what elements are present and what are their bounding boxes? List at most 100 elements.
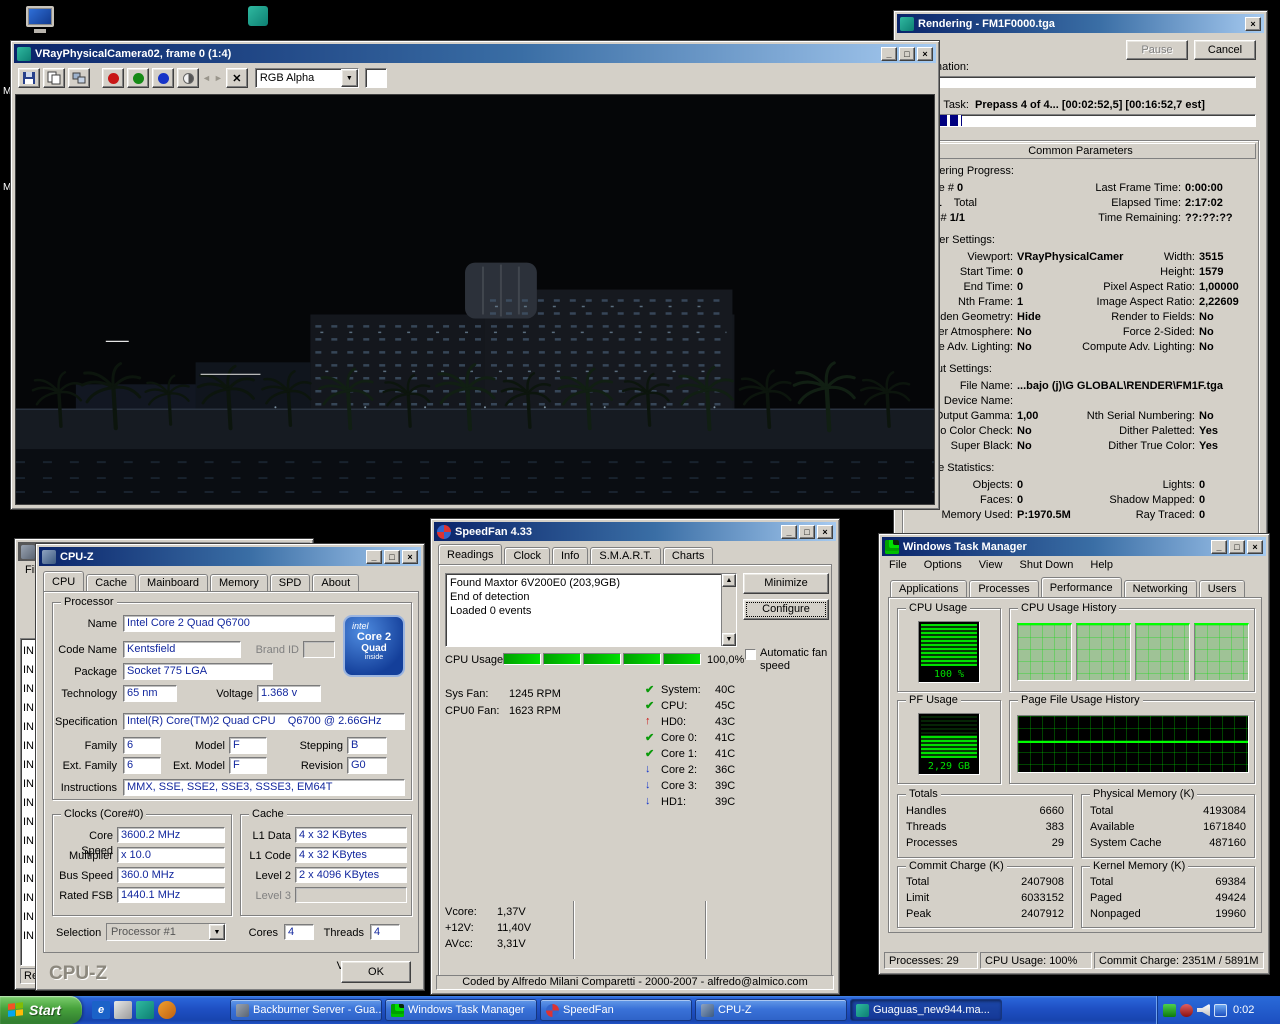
menu-options[interactable]: Options — [917, 557, 969, 573]
maximize-button[interactable]: □ — [384, 550, 400, 564]
green-channel-icon — [133, 73, 144, 84]
tab-users[interactable]: Users — [1199, 580, 1246, 597]
taskmgr-titlebar[interactable]: Windows Task Manager _ □ × — [882, 537, 1266, 556]
red-channel-button[interactable] — [102, 68, 124, 88]
taskbar-clock[interactable]: 0:02 — [1233, 1004, 1254, 1016]
chevron-down-icon[interactable]: ▼ — [209, 924, 225, 940]
mono-channel-button[interactable] — [177, 68, 199, 88]
prev-arrow-icon[interactable]: ◄ — [202, 73, 211, 83]
voltage-field: 1.368 v — [257, 685, 321, 702]
model-field: F — [229, 737, 267, 754]
tab-readings[interactable]: Readings — [438, 544, 502, 564]
close-button[interactable]: × — [917, 47, 933, 61]
tab-processes[interactable]: Processes — [969, 580, 1038, 597]
tray-green-led-icon[interactable] — [1163, 1004, 1176, 1017]
desktop-icon-my-computer[interactable] — [24, 6, 58, 36]
rs-row: Start Time:0Height:1579 — [905, 264, 1256, 279]
minimize-button[interactable]: _ — [1211, 540, 1227, 554]
detection-log[interactable]: Found Maxtor 6V200E0 (203,9GB) End of de… — [445, 573, 737, 647]
tray-red-led-icon[interactable] — [1180, 1004, 1193, 1017]
tab-memory[interactable]: Memory — [210, 574, 268, 591]
cancel-button[interactable]: Cancel — [1194, 40, 1256, 60]
tab-cache[interactable]: Cache — [86, 574, 136, 591]
tab-charts[interactable]: Charts — [663, 547, 713, 564]
menu-view[interactable]: View — [972, 557, 1010, 573]
common-parameters-header[interactable]: Common Parameters — [905, 143, 1256, 159]
taskbar-button-cpuz[interactable]: CPU-Z — [695, 999, 847, 1021]
internet-explorer-icon[interactable]: e — [92, 1001, 110, 1019]
taskbar-button-task-manager[interactable]: Windows Task Manager — [385, 999, 537, 1021]
multiplier-field: x 10.0 — [117, 847, 225, 863]
tab-clock[interactable]: Clock — [504, 547, 550, 564]
temp-label: CPU: — [661, 699, 687, 714]
channel-dropdown[interactable]: RGB Alpha ▼ — [255, 68, 359, 88]
maximize-button[interactable]: □ — [899, 47, 915, 61]
log-scrollbar[interactable]: ▲ ▼ — [721, 574, 736, 646]
stat-label: Threads — [906, 821, 946, 833]
processor-selection-dropdown[interactable]: Processor #1 ▼ — [106, 923, 226, 941]
speedfan-titlebar[interactable]: SpeedFan 4.33 _ □ × — [434, 522, 836, 541]
taskbar-button-speedfan[interactable]: SpeedFan — [540, 999, 692, 1021]
tab-mainboard[interactable]: Mainboard — [138, 574, 208, 591]
taskbar-button-backburner[interactable]: Backburner Server - Gua... — [230, 999, 382, 1021]
tab-networking[interactable]: Networking — [1124, 580, 1197, 597]
vfb-image-area[interactable] — [15, 94, 935, 505]
media-quicklaunch-icon[interactable] — [158, 1001, 176, 1019]
stat-label: Total — [1090, 876, 1113, 888]
vfb-title: VRayPhysicalCamera02, frame 0 (1:4) — [35, 48, 877, 60]
scroll-up-icon[interactable]: ▲ — [722, 574, 736, 587]
save-image-button[interactable] — [18, 68, 40, 88]
close-button[interactable]: × — [402, 550, 418, 564]
automatic-fan-speed-checkbox[interactable] — [745, 649, 756, 660]
desktop-icon-3dsmax[interactable] — [248, 6, 268, 26]
tab-performance[interactable]: Performance — [1041, 577, 1122, 597]
show-desktop-icon[interactable] — [114, 1001, 132, 1019]
minimize-button[interactable]: _ — [881, 47, 897, 61]
maximize-button[interactable]: □ — [1229, 540, 1245, 554]
tab-spd[interactable]: SPD — [270, 574, 311, 591]
3dsmax-quicklaunch-icon[interactable] — [136, 1001, 154, 1019]
configure-button[interactable]: Configure — [743, 599, 829, 620]
minimize-button[interactable]: _ — [781, 525, 797, 539]
tab-info[interactable]: Info — [552, 547, 588, 564]
speedfan-tabstrip: Readings Clock Info S.M.A.R.T. Charts — [438, 544, 715, 564]
technology-label: Technology — [55, 687, 117, 702]
rendering-titlebar[interactable]: Rendering - FM1F0000.tga × — [897, 14, 1264, 33]
copy-image-button[interactable] — [43, 68, 65, 88]
pf-usage-group-label: PF Usage — [906, 694, 961, 706]
cpuz-titlebar[interactable]: CPU-Z _ □ × — [39, 547, 421, 566]
minimize-app-button[interactable]: Minimize — [743, 573, 829, 594]
clear-image-button[interactable]: ✕ — [226, 68, 248, 88]
menu-file[interactable]: File — [882, 557, 914, 573]
vfb-titlebar[interactable]: VRayPhysicalCamera02, frame 0 (1:4) _ □ … — [14, 44, 936, 63]
tab-applications[interactable]: Applications — [890, 580, 967, 597]
temp-label: Core 1: — [661, 747, 697, 762]
revision-label: Revision — [275, 759, 343, 774]
close-button[interactable]: × — [1245, 17, 1261, 31]
rated-fsb-label: Rated FSB — [55, 889, 113, 904]
menu-help[interactable]: Help — [1083, 557, 1120, 573]
menu-shutdown[interactable]: Shut Down — [1013, 557, 1081, 573]
green-channel-button[interactable] — [127, 68, 149, 88]
tab-cpu[interactable]: CPU — [43, 571, 84, 591]
tab-smart[interactable]: S.M.A.R.T. — [590, 547, 661, 564]
close-button[interactable]: × — [817, 525, 833, 539]
divider — [573, 901, 575, 959]
next-arrow-icon[interactable]: ► — [214, 73, 223, 83]
ok-button[interactable]: OK — [341, 961, 411, 983]
temp-label: HD0: — [661, 715, 686, 730]
tab-about[interactable]: About — [312, 574, 359, 591]
volume-icon[interactable] — [1197, 1004, 1210, 1017]
scroll-down-icon[interactable]: ▼ — [722, 633, 736, 646]
clone-buffer-button[interactable] — [68, 68, 90, 88]
taskbar-button-3dsmax-file[interactable]: Guaguas_new944.ma... — [850, 999, 1002, 1021]
background-color-swatch[interactable] — [365, 68, 387, 88]
maximize-button[interactable]: □ — [799, 525, 815, 539]
network-icon[interactable] — [1214, 1004, 1227, 1017]
minimize-button[interactable]: _ — [366, 550, 382, 564]
blue-channel-button[interactable] — [152, 68, 174, 88]
chevron-down-icon[interactable]: ▼ — [341, 69, 358, 87]
pause-button[interactable]: Pause — [1126, 40, 1188, 60]
start-button[interactable]: Start — [0, 996, 82, 1024]
close-button[interactable]: × — [1247, 540, 1263, 554]
